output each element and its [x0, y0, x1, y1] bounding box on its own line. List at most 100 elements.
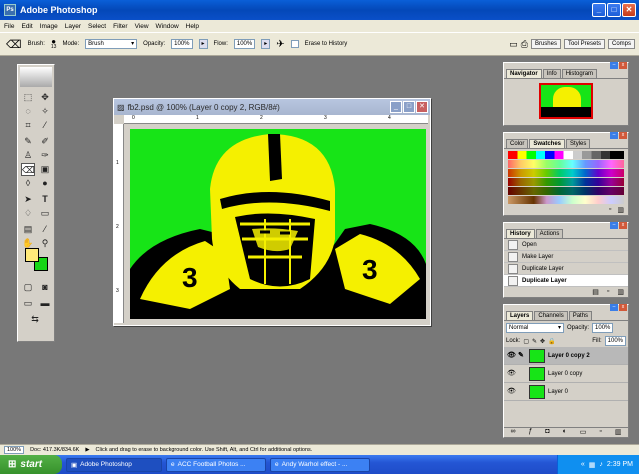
lock-position-icon[interactable]: ✥ — [540, 338, 545, 345]
eraser-icon[interactable]: ⌫ — [21, 163, 35, 176]
imageready-icon[interactable]: ⇆ — [28, 313, 42, 326]
new-layer-icon[interactable]: ▫ — [599, 428, 601, 436]
menu-image[interactable]: Image — [40, 23, 58, 30]
zoom-icon[interactable]: ⚲ — [38, 237, 52, 250]
network-icon[interactable]: ▦ — [589, 461, 596, 469]
link-icon[interactable] — [518, 388, 526, 396]
history-item[interactable]: Open — [504, 239, 628, 251]
dodge-icon[interactable]: ● — [38, 177, 52, 190]
status-arrow-icon[interactable]: ▶ — [85, 447, 89, 453]
trash-icon[interactable]: ▥ — [617, 206, 624, 214]
brush-icon[interactable]: ✐ — [38, 135, 52, 148]
brush-preview[interactable]: ● 13 — [51, 38, 57, 50]
layer-style-icon[interactable]: ƒ — [528, 428, 532, 436]
eye-icon[interactable]: 👁 — [507, 370, 516, 378]
well-tool-presets[interactable]: Tool Presets — [563, 39, 605, 49]
screen-mode-icon[interactable]: ▭ — [21, 297, 35, 310]
tab-navigator[interactable]: Navigator — [506, 69, 542, 78]
crop-icon[interactable]: ⌗ — [21, 119, 35, 132]
eye-icon[interactable]: 👁 — [507, 388, 516, 396]
menu-select[interactable]: Select — [88, 23, 106, 30]
marquee-icon[interactable]: ⬚ — [21, 91, 35, 104]
eyedropper-icon[interactable]: ⁄ — [38, 223, 52, 236]
navigator-thumbnail[interactable] — [539, 83, 593, 119]
panel-minimize-icon[interactable]: – — [610, 304, 618, 311]
tab-layers[interactable]: Layers — [506, 311, 534, 320]
menu-edit[interactable]: Edit — [21, 23, 32, 30]
menu-help[interactable]: Help — [186, 23, 199, 30]
menu-file[interactable]: File — [4, 23, 14, 30]
menu-window[interactable]: Window — [156, 23, 179, 30]
task-browser-2[interactable]: e Andy Warhol effect - ... — [270, 457, 370, 472]
menu-layer[interactable]: Layer — [65, 23, 81, 30]
minimize-button[interactable]: _ — [592, 3, 606, 17]
menu-filter[interactable]: Filter — [113, 23, 127, 30]
new-swatch-icon[interactable]: ▫ — [609, 206, 611, 214]
history-item-selected[interactable]: Duplicate Layer — [504, 275, 628, 287]
history-item[interactable]: Make Layer — [504, 251, 628, 263]
menu-view[interactable]: View — [135, 23, 149, 30]
doc-close-button[interactable]: ✕ — [416, 101, 428, 113]
flow-input[interactable]: 100% — [233, 39, 256, 49]
print-icon[interactable]: ⎙ — [521, 39, 528, 50]
foreground-color-swatch[interactable] — [25, 248, 39, 262]
link-icon[interactable] — [518, 370, 526, 378]
layer-opacity-input[interactable]: 100% — [592, 323, 614, 333]
close-button[interactable]: ✕ — [622, 3, 636, 17]
move-icon[interactable]: ✥ — [38, 91, 52, 104]
flow-arrow-icon[interactable]: ▸ — [261, 39, 271, 49]
magic-wand-icon[interactable]: ✧ — [38, 105, 52, 118]
tab-channels[interactable]: Channels — [534, 311, 568, 320]
quick-mask-icon[interactable]: ◙ — [38, 281, 52, 294]
new-group-icon[interactable]: ▭ — [580, 428, 587, 436]
panel-minimize-icon[interactable]: – — [610, 132, 618, 139]
doc-minimize-button[interactable]: _ — [390, 101, 402, 113]
lock-all-icon[interactable]: 🔒 — [548, 338, 555, 345]
well-comps[interactable]: Comps — [607, 39, 635, 49]
panel-close-icon[interactable]: x — [619, 62, 627, 69]
history-brush-icon[interactable]: ✑ — [38, 149, 52, 162]
volume-icon[interactable]: ♪ — [599, 461, 603, 468]
eraser-tool-icon[interactable]: ⌫ — [6, 38, 22, 51]
tab-histogram[interactable]: Histogram — [561, 69, 598, 78]
panel-close-icon[interactable]: x — [619, 222, 627, 229]
gradient-icon[interactable]: ▣ — [38, 163, 52, 176]
notes-icon[interactable]: ▤ — [21, 223, 35, 236]
snapshot-icon[interactable]: ▤ — [592, 288, 599, 296]
well-brushes[interactable]: Brushes — [530, 39, 561, 49]
swatch-grid[interactable] — [508, 151, 624, 207]
link-layers-icon[interactable]: ∞ — [510, 428, 515, 436]
task-browser-1[interactable]: e ACC Football Photos ... — [166, 457, 266, 472]
start-button[interactable]: ⊞ start — [0, 455, 62, 474]
tab-swatches[interactable]: Swatches — [529, 139, 566, 148]
doc-maximize-button[interactable]: □ — [403, 101, 415, 113]
brush-link-icon[interactable]: ✎ — [518, 352, 526, 360]
eye-icon[interactable]: 👁 — [507, 352, 516, 360]
zoom-field[interactable]: 100% — [4, 446, 25, 454]
erase-history-checkbox[interactable] — [290, 40, 299, 48]
layer-row[interactable]: 👁 Layer 0 copy — [504, 365, 628, 383]
new-document-icon[interactable]: ▫ — [607, 288, 609, 296]
panel-minimize-icon[interactable]: – — [610, 62, 618, 69]
airbrush-icon[interactable]: ✈ — [276, 39, 284, 50]
lock-transparency-icon[interactable]: ▢ — [523, 338, 529, 345]
tab-info[interactable]: Info — [542, 69, 561, 78]
lasso-icon[interactable]: ◌ — [21, 105, 35, 118]
tab-actions[interactable]: Actions — [535, 229, 564, 238]
tray-arrow-icon[interactable]: « — [581, 461, 585, 468]
panel-minimize-icon[interactable]: – — [610, 222, 618, 229]
palette-well-icon[interactable]: ▭ — [509, 39, 518, 50]
layer-row-selected[interactable]: 👁 ✎ Layer 0 copy 2 — [504, 347, 628, 365]
maximize-button[interactable]: □ — [607, 3, 621, 17]
tab-paths[interactable]: Paths — [568, 311, 593, 320]
standard-mode-icon[interactable]: ▢ — [21, 281, 35, 294]
mode-select[interactable]: Brush ▾ — [85, 39, 138, 49]
path-selection-icon[interactable]: ➤ — [21, 193, 35, 206]
full-screen-icon[interactable]: ▬ — [38, 297, 52, 310]
history-item[interactable]: Duplicate Layer — [504, 263, 628, 275]
trash-icon[interactable]: ▥ — [615, 428, 622, 436]
task-photoshop[interactable]: ▣ Adobe Photoshop — [66, 457, 162, 472]
adjustment-layer-icon[interactable]: ◐ — [563, 428, 567, 436]
tab-styles[interactable]: Styles — [566, 139, 591, 148]
clone-stamp-icon[interactable]: ♙ — [21, 149, 35, 162]
